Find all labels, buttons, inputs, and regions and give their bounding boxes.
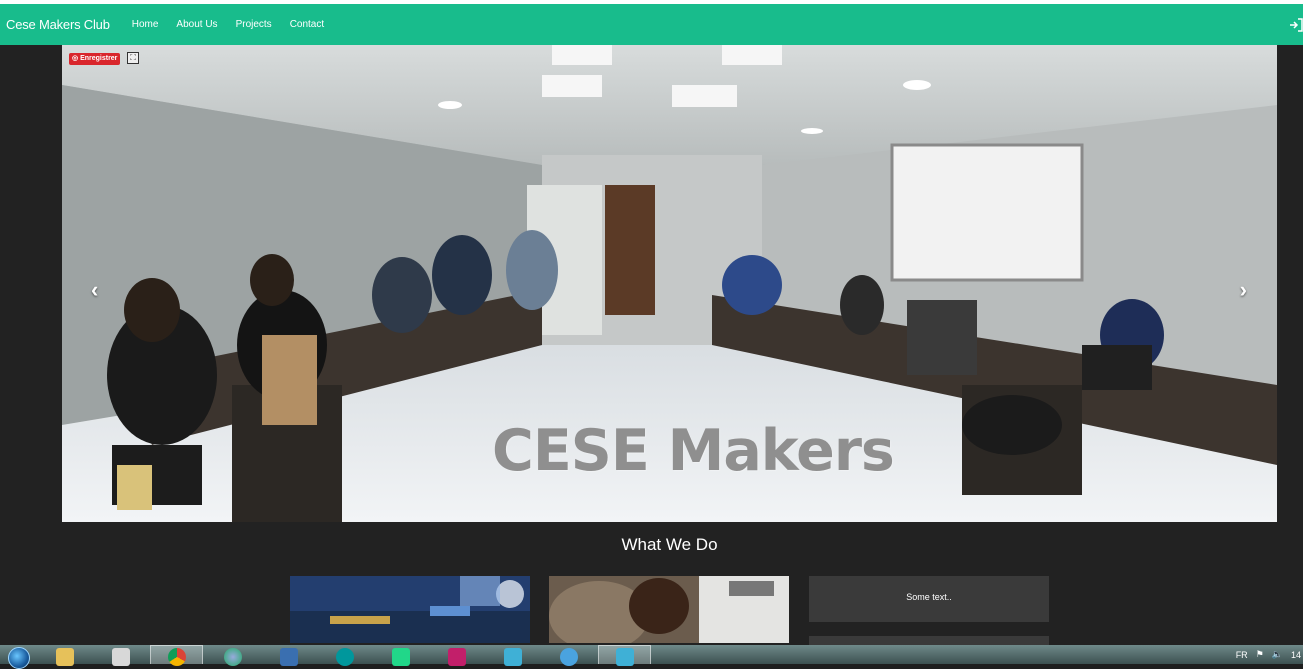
cube-icon	[279, 647, 298, 666]
document-icon	[111, 647, 130, 666]
arduino-icon	[335, 647, 354, 666]
nav-link-projects[interactable]: Projects	[236, 19, 272, 30]
flag-icon[interactable]: ⚑	[1256, 649, 1264, 660]
chrome-icon	[559, 647, 578, 666]
nav-link-about[interactable]: About Us	[176, 19, 217, 30]
visual-studio-icon	[615, 648, 634, 666]
taskbar-chrome-alt[interactable]	[542, 645, 595, 666]
nav-link-home[interactable]: Home	[132, 19, 159, 30]
taskbar-files[interactable]	[94, 645, 147, 666]
card-photo	[549, 576, 789, 643]
taskbar-network[interactable]	[206, 645, 259, 666]
language-indicator[interactable]: FR	[1236, 650, 1248, 660]
info-text-box: Some text..	[809, 576, 1049, 622]
visual-studio-icon	[503, 647, 522, 666]
windows-logo-icon	[8, 646, 30, 669]
page-content: ◎ Enregistrer ⛶ ‹ › CESE Makers What We …	[0, 45, 1303, 646]
image-carousel[interactable]: ◎ Enregistrer ⛶ ‹ › CESE Makers	[62, 45, 1277, 522]
record-label: Enregistrer	[80, 55, 118, 62]
navbar: Cese Makers Club Home About Us Projects …	[0, 4, 1303, 45]
clock[interactable]: 14	[1291, 650, 1301, 660]
carousel-caption: CESE Makers	[492, 418, 895, 484]
chevron-left-icon[interactable]: ‹	[91, 277, 98, 303]
sign-in-icon[interactable]	[1289, 18, 1303, 32]
intellij-icon	[447, 647, 466, 666]
activity-card-image[interactable]	[549, 576, 789, 643]
nav-link-contact[interactable]: Contact	[290, 19, 324, 30]
chevron-right-icon[interactable]: ›	[1240, 277, 1247, 303]
start-button[interactable]	[0, 645, 38, 669]
fullscreen-icon[interactable]: ⛶	[127, 52, 139, 64]
taskbar-pycharm[interactable]	[374, 645, 427, 666]
windows-taskbar: FR ⚑ 🔈 14	[0, 645, 1303, 669]
globe-icon	[223, 647, 242, 666]
taskbar-intellij[interactable]	[430, 645, 483, 666]
taskbar-virtualbox[interactable]	[262, 645, 315, 666]
card-photo	[290, 576, 530, 643]
taskbar-visual-studio-alt[interactable]	[598, 645, 651, 666]
taskbar-explorer[interactable]	[38, 645, 91, 666]
folder-icon	[55, 647, 74, 666]
system-tray: FR ⚑ 🔈 14	[1236, 645, 1303, 664]
taskbar-arduino[interactable]	[318, 645, 371, 666]
chrome-icon	[167, 648, 186, 666]
pycharm-icon	[391, 647, 410, 666]
brand-title[interactable]: Cese Makers Club	[6, 17, 110, 32]
record-badge[interactable]: ◎ Enregistrer	[69, 53, 121, 65]
activity-card-image[interactable]	[290, 576, 530, 643]
taskbar-chrome[interactable]	[150, 645, 203, 666]
taskbar-visual-studio[interactable]	[486, 645, 539, 666]
section-title: What We Do	[621, 535, 718, 554]
volume-icon[interactable]: 🔈	[1272, 649, 1283, 660]
